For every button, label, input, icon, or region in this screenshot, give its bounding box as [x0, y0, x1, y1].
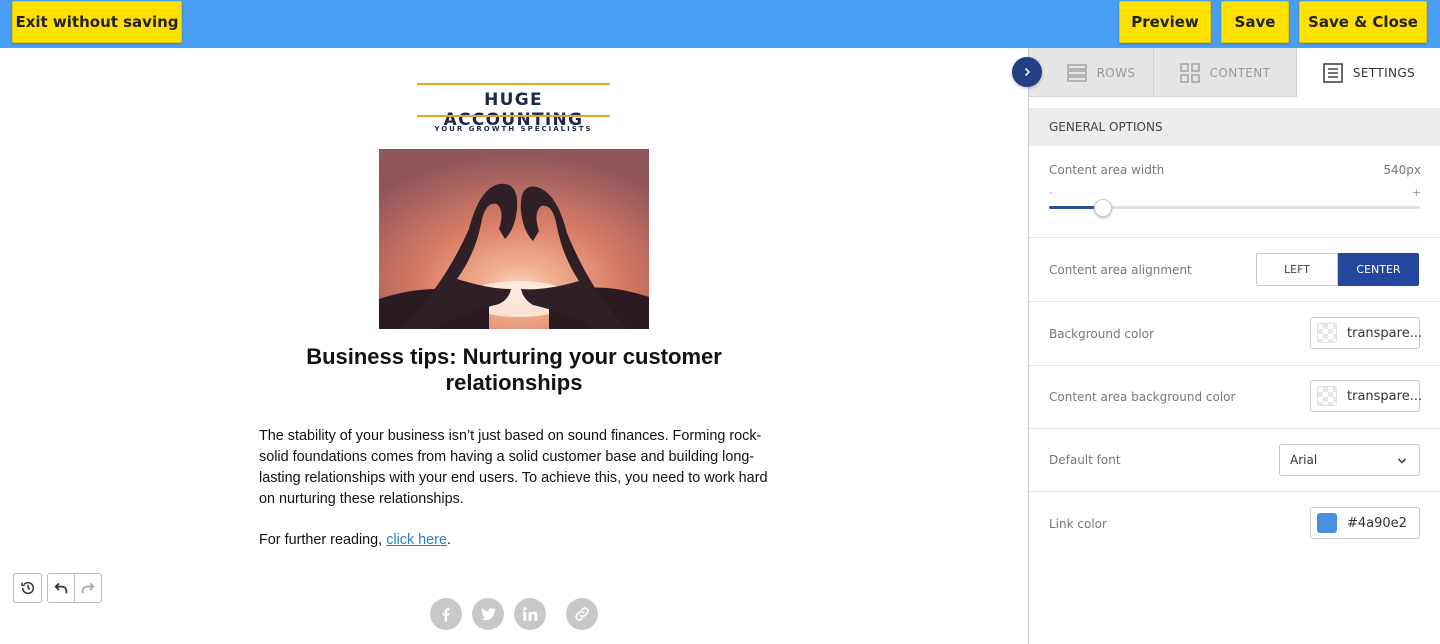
- further-reading-text[interactable]: For further reading, click here.: [259, 532, 451, 548]
- content-background-picker[interactable]: transpare...: [1310, 380, 1423, 412]
- settings-panel: ROWS CONTENT SETTINGS GENERAL OPTIONS Co…: [1028, 48, 1440, 644]
- tab-rows[interactable]: ROWS: [1029, 48, 1154, 97]
- background-color-picker[interactable]: transpare...: [1310, 317, 1423, 349]
- panel-tabs: ROWS CONTENT SETTINGS: [1029, 48, 1440, 98]
- undo-icon: [54, 582, 68, 594]
- content-alignment-label: Content area alignment: [1049, 263, 1192, 277]
- link-color-row: Link color #4a90e2: [1029, 492, 1440, 556]
- content-background-value: transpare...: [1347, 388, 1423, 404]
- tab-content-label: CONTENT: [1209, 65, 1271, 80]
- click-here-link[interactable]: click here: [386, 532, 447, 548]
- history-button[interactable]: [13, 573, 42, 603]
- rows-icon: [1066, 63, 1087, 82]
- default-font-select[interactable]: Arial: [1279, 444, 1420, 476]
- background-color-row: Background color transpare...: [1029, 302, 1440, 366]
- background-color-value: transpare...: [1347, 325, 1423, 341]
- chevron-right-icon: [1024, 67, 1031, 77]
- undo-button[interactable]: [47, 573, 75, 603]
- redo-button[interactable]: [74, 573, 102, 603]
- content-width-value: 540px: [1383, 163, 1421, 177]
- link-color-swatch: [1317, 513, 1337, 533]
- logo-name: HUGE ACCOUNTING: [443, 90, 584, 130]
- facebook-icon[interactable]: [430, 598, 462, 630]
- slider-minus: -: [1049, 186, 1053, 199]
- email-title[interactable]: Business tips: Nurturing your customer r…: [280, 344, 748, 396]
- email-body-text[interactable]: The stability of your business isn’t jus…: [259, 426, 769, 510]
- default-font-value: Arial: [1290, 453, 1318, 467]
- settings-doc-icon: [1323, 62, 1343, 83]
- email-canvas[interactable]: HUGE ACCOUNTING YOUR GROWTH SPECIALISTS: [0, 48, 1028, 644]
- hero-image-heart-hands[interactable]: [379, 149, 649, 329]
- tab-settings[interactable]: SETTINGS: [1297, 48, 1440, 98]
- further-reading-prefix: For further reading,: [259, 532, 387, 548]
- align-center-button[interactable]: CENTER: [1338, 253, 1419, 286]
- save-and-close-button[interactable]: Save & Close: [1299, 1, 1427, 43]
- content-grid-icon: [1179, 62, 1200, 83]
- default-font-label: Default font: [1049, 453, 1121, 467]
- logo-top-rule: [417, 83, 610, 85]
- general-options-header: GENERAL OPTIONS: [1029, 108, 1440, 146]
- preview-button[interactable]: Preview: [1119, 1, 1211, 43]
- chevron-down-icon: [1397, 458, 1407, 464]
- top-toolbar: Exit without saving Preview Save Save & …: [0, 0, 1440, 48]
- redo-icon: [81, 582, 95, 594]
- content-background-row: Content area background color transpare.…: [1029, 366, 1440, 429]
- transparent-swatch: [1317, 323, 1337, 343]
- linkedin-icon[interactable]: [514, 598, 546, 630]
- exit-without-saving-button[interactable]: Exit without saving: [12, 1, 182, 43]
- tab-settings-label: SETTINGS: [1352, 65, 1416, 80]
- collapse-panel-button[interactable]: [1012, 57, 1042, 87]
- background-color-label: Background color: [1049, 327, 1154, 341]
- link-color-label: Link color: [1049, 517, 1107, 531]
- history-icon: [20, 581, 34, 595]
- content-width-label: Content area width: [1049, 163, 1165, 177]
- logo-bottom-rule: [417, 115, 610, 117]
- logo-tagline: YOUR GROWTH SPECIALISTS: [434, 125, 593, 133]
- align-left-button[interactable]: LEFT: [1256, 253, 1338, 286]
- slider-plus: +: [1411, 186, 1421, 199]
- transparent-swatch: [1317, 386, 1337, 406]
- further-reading-suffix: .: [446, 532, 451, 548]
- width-slider-handle[interactable]: [1094, 199, 1112, 217]
- link-color-value: #4a90e2: [1347, 515, 1407, 531]
- twitter-icon[interactable]: [472, 598, 504, 630]
- link-color-picker[interactable]: #4a90e2: [1310, 507, 1420, 539]
- content-width-row: Content area width 540px - +: [1029, 146, 1440, 238]
- link-icon[interactable]: [566, 598, 598, 630]
- tab-content[interactable]: CONTENT: [1154, 48, 1297, 97]
- content-background-label: Content area background color: [1049, 390, 1236, 404]
- save-button[interactable]: Save: [1221, 1, 1289, 43]
- tab-rows-label: ROWS: [1096, 65, 1136, 80]
- heart-hands-image: [379, 149, 649, 329]
